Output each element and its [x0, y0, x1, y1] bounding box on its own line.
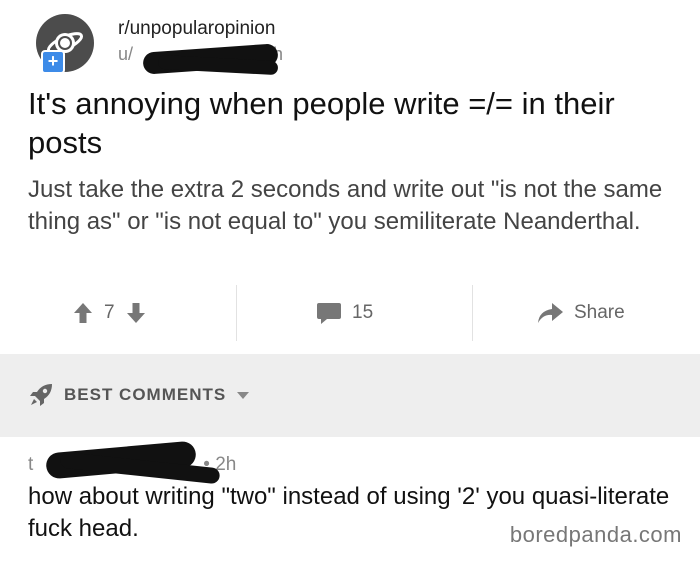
comment-bubble-icon	[317, 303, 341, 324]
share-label: Share	[574, 302, 625, 323]
comment-count: 15	[352, 302, 374, 323]
share-button[interactable]: Share	[536, 285, 625, 341]
vote-group: 7	[72, 285, 147, 341]
join-plus-icon[interactable]: +	[41, 50, 65, 74]
watermark: boredpanda.com	[509, 522, 682, 547]
upvote-icon[interactable]	[72, 301, 94, 325]
chevron-down-icon	[237, 392, 250, 399]
comments-button[interactable]: 15	[316, 285, 373, 341]
post-title[interactable]: It's annoying when people write =/= in t…	[28, 84, 668, 162]
subreddit-name[interactable]: r/unpopularopinion	[118, 18, 275, 40]
action-divider	[236, 285, 237, 341]
comment-author[interactable]: t	[28, 454, 33, 475]
rocket-icon	[30, 384, 52, 406]
sort-dropdown[interactable]: BEST COMMENTS	[28, 382, 250, 408]
post-author[interactable]: u/	[118, 44, 133, 65]
share-arrow-icon	[538, 303, 563, 323]
comment-sort-bar: BEST COMMENTS	[0, 354, 700, 437]
post-action-bar: 7 15 Share	[0, 285, 700, 341]
downvote-icon[interactable]	[125, 301, 147, 325]
sort-label: BEST COMMENTS	[64, 385, 227, 404]
vote-count: 7	[104, 302, 115, 323]
post-header: + r/unpopularopinion u/3h	[28, 14, 668, 76]
subreddit-avatar[interactable]: +	[36, 14, 94, 74]
post-body: Just take the extra 2 seconds and write …	[28, 176, 663, 235]
action-divider	[472, 285, 473, 341]
